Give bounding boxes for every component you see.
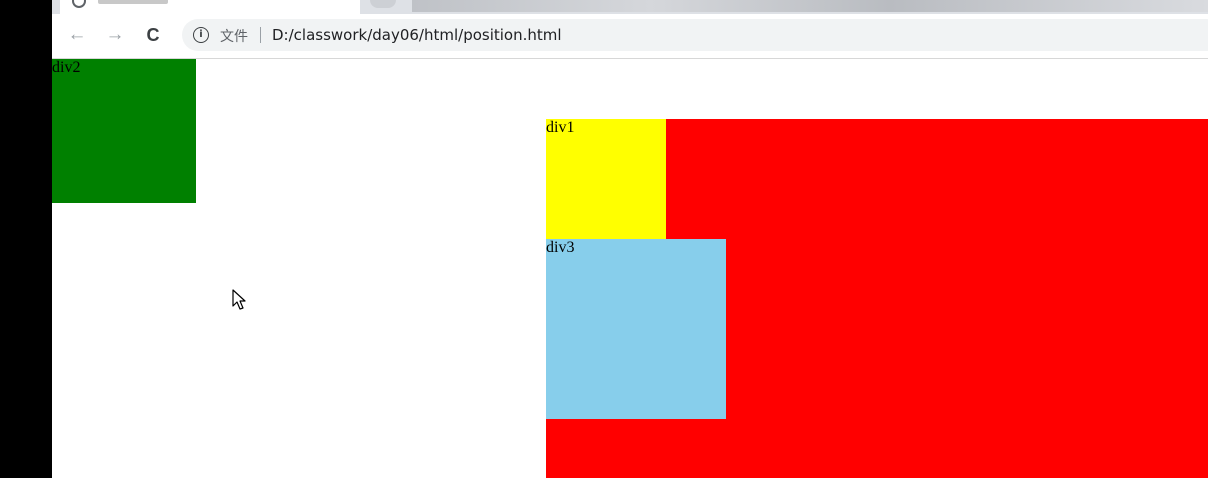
browser-toolbar: ← → C i 文件 D:/classwork/day06/html/posit… — [52, 14, 1208, 59]
reload-icon[interactable]: C — [140, 22, 166, 48]
browser-window: × ← → C i 文件 D:/classwork/day06/html/pos… — [52, 0, 1208, 478]
url-text[interactable]: D:/classwork/day06/html/position.html — [272, 26, 562, 44]
div1-label: div1 — [546, 119, 575, 136]
divider — [260, 27, 261, 43]
div3-box: div3 — [546, 239, 726, 419]
scheme-label: 文件 — [220, 29, 248, 45]
tab-title — [98, 0, 168, 4]
page-viewport: div2 div1 div3 — [52, 59, 1208, 478]
address-bar[interactable]: i 文件 D:/classwork/day06/html/position.ht… — [182, 19, 1208, 51]
tab-strip-background — [412, 0, 1208, 12]
screen-frame: × ← → C i 文件 D:/classwork/day06/html/pos… — [0, 0, 1208, 478]
back-arrow-icon[interactable]: ← — [64, 22, 90, 48]
tab-strip: × — [52, 0, 1208, 14]
info-icon[interactable]: i — [193, 27, 209, 43]
new-tab-button[interactable] — [370, 0, 396, 8]
div3-label: div3 — [546, 239, 575, 256]
div2-box: div2 — [52, 59, 196, 203]
mouse-cursor-icon — [232, 289, 246, 310]
div1-box: div1 — [546, 119, 666, 239]
close-icon[interactable]: × — [328, 0, 334, 4]
forward-arrow-icon[interactable]: → — [102, 22, 128, 48]
div2-label: div2 — [52, 59, 81, 76]
